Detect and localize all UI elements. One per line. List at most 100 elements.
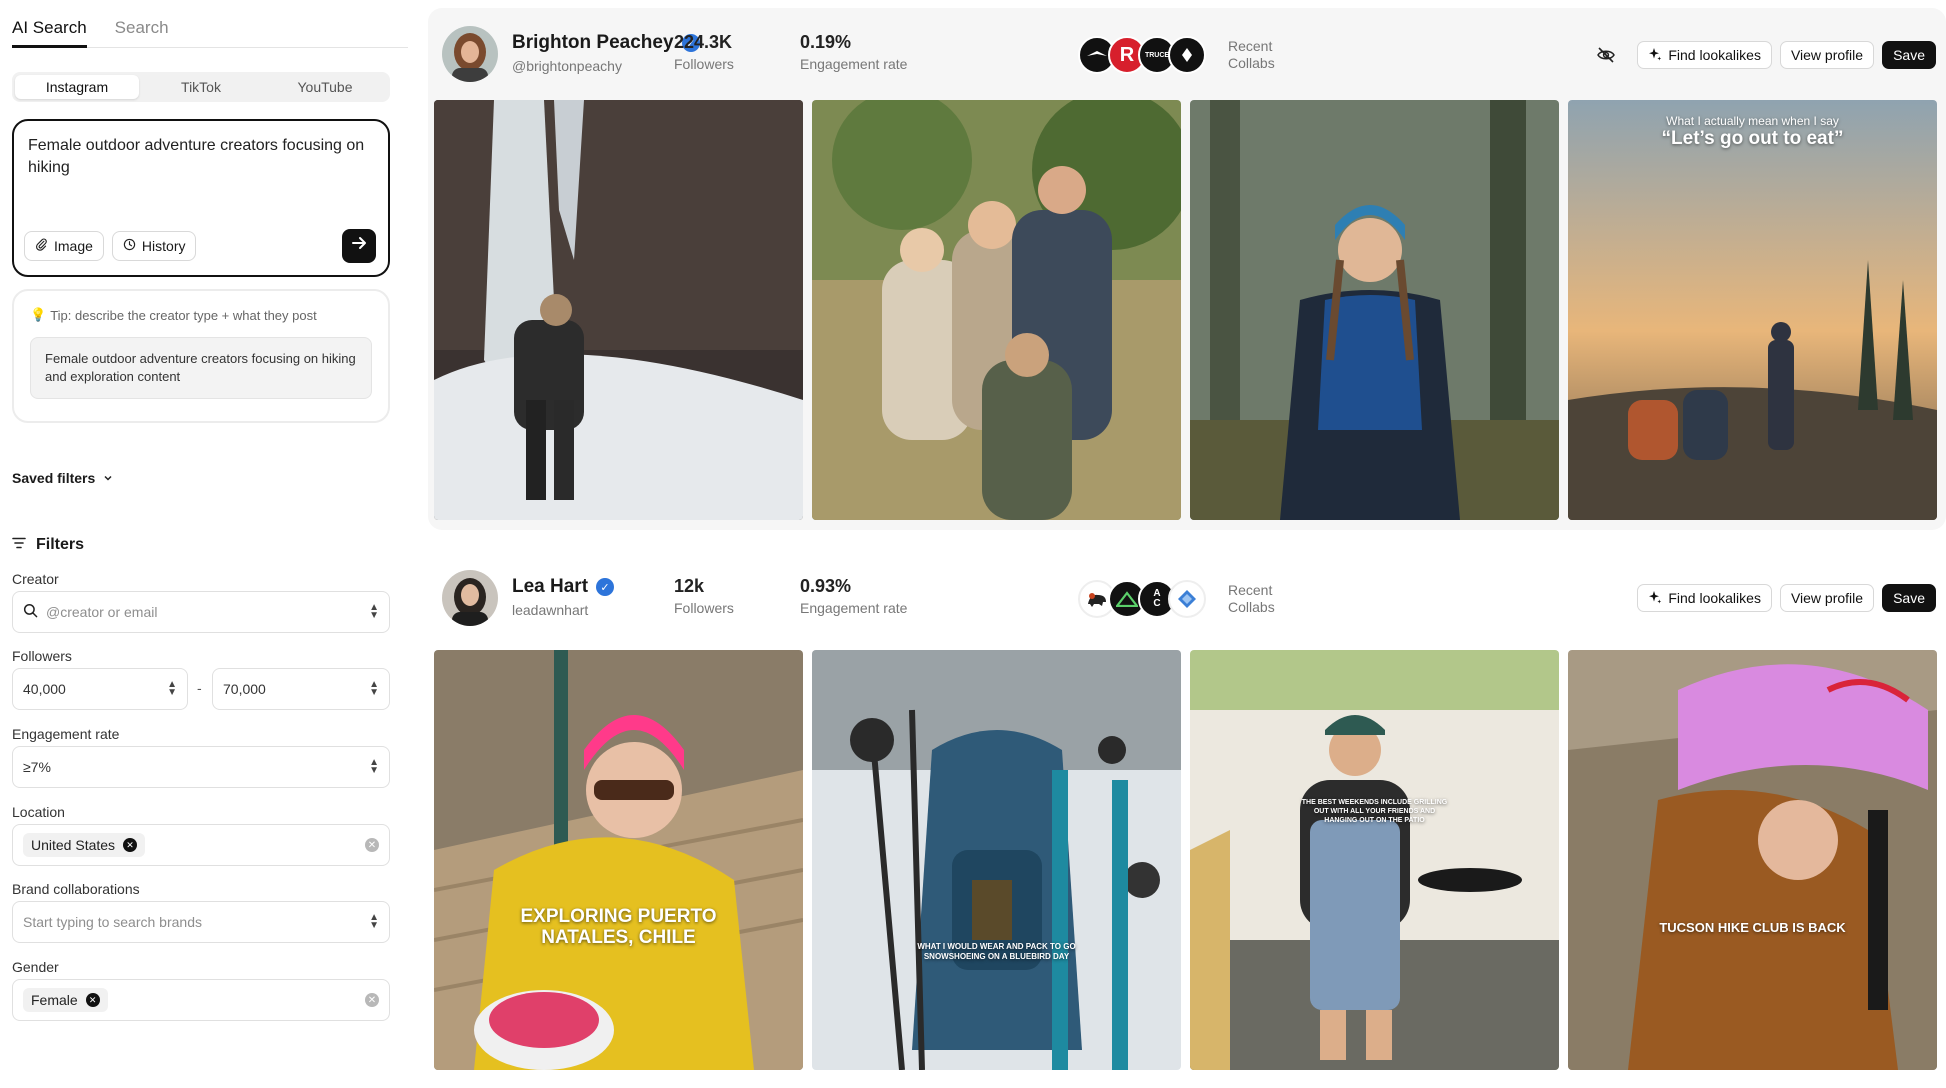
remove-tag-icon[interactable]: ✕ (123, 838, 138, 852)
engagement-label: Engagement rate (12, 726, 120, 742)
post-thumbnail[interactable] (812, 100, 1181, 520)
creator-name-row: Brighton Peachey ✓ (512, 32, 700, 54)
creator-actions: Find lookalikes View profile Save (1591, 40, 1936, 70)
history-button[interactable]: History (111, 231, 197, 261)
engagement-select[interactable]: ≥7% ▲ ▼ (12, 746, 390, 788)
filters-title: Filters (36, 536, 85, 553)
find-lookalikes-button[interactable]: Find lookalikes (1637, 584, 1772, 612)
find-lookalikes-button[interactable]: Find lookalikes (1637, 41, 1772, 69)
image-button-label: Image (54, 238, 93, 254)
post-caption-overlay: TUCSON HIKE CLUB IS BACK (1659, 920, 1846, 935)
filter-lines-icon (12, 536, 26, 554)
brand-search-input[interactable]: Start typing to search brands ▲ ▼ (12, 901, 390, 943)
post-thumbnail[interactable]: WHAT I WOULD WEAR AND PACK TO GO SNOWSHO… (812, 650, 1181, 1070)
creator-label: Creator (12, 571, 59, 587)
creator-handle: leadawnhart (512, 602, 589, 618)
view-profile-button[interactable]: View profile (1779, 584, 1875, 612)
post-thumbnail[interactable]: What I actually mean when I say “Let’s g… (1568, 100, 1937, 520)
recent-collabs-label: Recent Collabs (1228, 582, 1275, 615)
followers-stat-label: Followers (674, 56, 734, 72)
creator-card: Lea Hart ✓ leadawnhart 12k Followers 0.9… (428, 552, 1946, 1082)
remove-tag-icon[interactable]: ✕ (85, 993, 100, 1007)
brand-placeholder: Start typing to search brands (23, 914, 202, 930)
gender-label: Gender (12, 959, 59, 975)
followers-count: 224.3K (674, 32, 733, 52)
save-button[interactable]: Save (1882, 41, 1936, 69)
clear-icon[interactable]: ✕ (365, 838, 379, 852)
followers-min-select[interactable]: 40,000 ▲ ▼ (12, 668, 188, 710)
gender-input[interactable]: Female ✕ ✕ (12, 979, 390, 1021)
tip-example-prompt[interactable]: Female outdoor adventure creators focusi… (30, 337, 372, 399)
location-tag: United States ✕ (23, 833, 146, 857)
creator-card: Brighton Peachey ✓ @brightonpeachy 224.3… (428, 8, 1946, 530)
gender-tag-label: Female (31, 992, 78, 1008)
brand-label: Brand collaborations (12, 881, 140, 897)
tab-search[interactable]: Search (115, 14, 169, 48)
post-thumbnail[interactable]: EXPLORING PUERTO NATALES, CHILE (434, 650, 803, 1070)
image-button[interactable]: Image (24, 231, 104, 261)
tip-title-row: 💡 Tip: describe the creator type + what … (30, 307, 372, 323)
post-thumbnail[interactable] (1190, 100, 1559, 520)
creator-photos: What I actually mean when I say “Let’s g… (434, 100, 1937, 520)
creator-actions: Find lookalikes View profile Save (1637, 584, 1936, 612)
creator-name[interactable]: Lea Hart (512, 576, 588, 598)
creator-header: Lea Hart ✓ leadawnhart 12k Followers 0.9… (436, 562, 1944, 626)
engagement-value: ≥7% (23, 759, 51, 775)
eye-off-icon[interactable] (1591, 40, 1621, 70)
ai-prompt-input[interactable]: Female outdoor adventure creators focusi… (28, 135, 368, 179)
avatar[interactable] (442, 26, 498, 82)
paperclip-icon (35, 238, 48, 254)
clock-icon (123, 238, 136, 254)
brand-logo-diamond[interactable] (1168, 36, 1206, 74)
verified-badge-icon: ✓ (596, 578, 615, 596)
followers-stat: 224.3K Followers (674, 32, 734, 72)
followers-count: 12k (674, 576, 705, 596)
avatar[interactable] (442, 570, 498, 626)
creator-name[interactable]: Brighton Peachey (512, 32, 674, 54)
search-mode-tabs: AI Search Search (12, 14, 408, 48)
ai-prompt-box: Female outdoor adventure creators focusi… (12, 119, 390, 277)
followers-label: Followers (12, 648, 72, 664)
tab-instagram[interactable]: Instagram (15, 75, 139, 99)
followers-max-select[interactable]: 70,000 ▲ ▼ (212, 668, 390, 710)
creator-name-row: Lea Hart ✓ (512, 576, 615, 598)
clear-icon[interactable]: ✕ (365, 993, 379, 1007)
tab-ai-search[interactable]: AI Search (12, 14, 87, 48)
saved-filters-toggle[interactable]: Saved filters (12, 470, 113, 486)
tab-youtube[interactable]: YouTube (263, 75, 387, 99)
creator-placeholder: @creator or email (46, 604, 158, 620)
post-caption-line-1: What I actually mean when I say (1666, 114, 1839, 128)
save-button[interactable]: Save (1882, 584, 1936, 612)
arrow-right-icon (350, 234, 368, 258)
filters-heading: Filters (12, 536, 84, 554)
post-thumbnail[interactable]: THE BEST WEEKENDS INCLUDE GRILLING OUT W… (1190, 650, 1559, 1070)
recent-collabs: R TRUCE (1078, 36, 1206, 74)
location-tag-label: United States (31, 837, 116, 853)
creator-photos: EXPLORING PUERTO NATALES, CHILE WHAT I W… (434, 650, 1937, 1070)
followers-stat: 12k Followers (674, 576, 734, 616)
gender-tag: Female ✕ (23, 988, 108, 1012)
engagement-rate: 0.19% (800, 32, 852, 52)
updown-icon: ▲ ▼ (369, 912, 379, 931)
tip-box: 💡 Tip: describe the creator type + what … (12, 289, 390, 423)
updown-icon: ▲ ▼ (369, 602, 379, 621)
chevron-down-icon (103, 470, 113, 486)
history-button-label: History (141, 238, 186, 254)
engagement-stat: 0.19% Engagement rate (800, 32, 907, 72)
creator-search-input[interactable]: @creator or email ▲ ▼ (12, 591, 390, 633)
tip-title: Tip: describe the creator type + what th… (50, 307, 317, 323)
brand-logo-diamond-blue[interactable] (1168, 580, 1206, 618)
post-thumbnail[interactable]: TUCSON HIKE CLUB IS BACK (1568, 650, 1937, 1070)
send-button[interactable] (342, 229, 376, 263)
location-input[interactable]: United States ✕ ✕ (12, 824, 390, 866)
post-thumbnail[interactable] (434, 100, 803, 520)
post-caption-overlay: WHAT I WOULD WEAR AND PACK TO GO SNOWSHO… (917, 942, 1076, 961)
recent-collabs-label: Recent Collabs (1228, 38, 1275, 71)
view-profile-button[interactable]: View profile (1779, 41, 1875, 69)
sparkle-icon (1648, 47, 1662, 64)
followers-range-separator: - (197, 680, 202, 696)
recent-collabs: AC (1078, 580, 1206, 618)
followers-min-value: 40,000 (23, 681, 66, 697)
search-icon (23, 603, 38, 621)
tab-tiktok[interactable]: TikTok (139, 75, 263, 99)
